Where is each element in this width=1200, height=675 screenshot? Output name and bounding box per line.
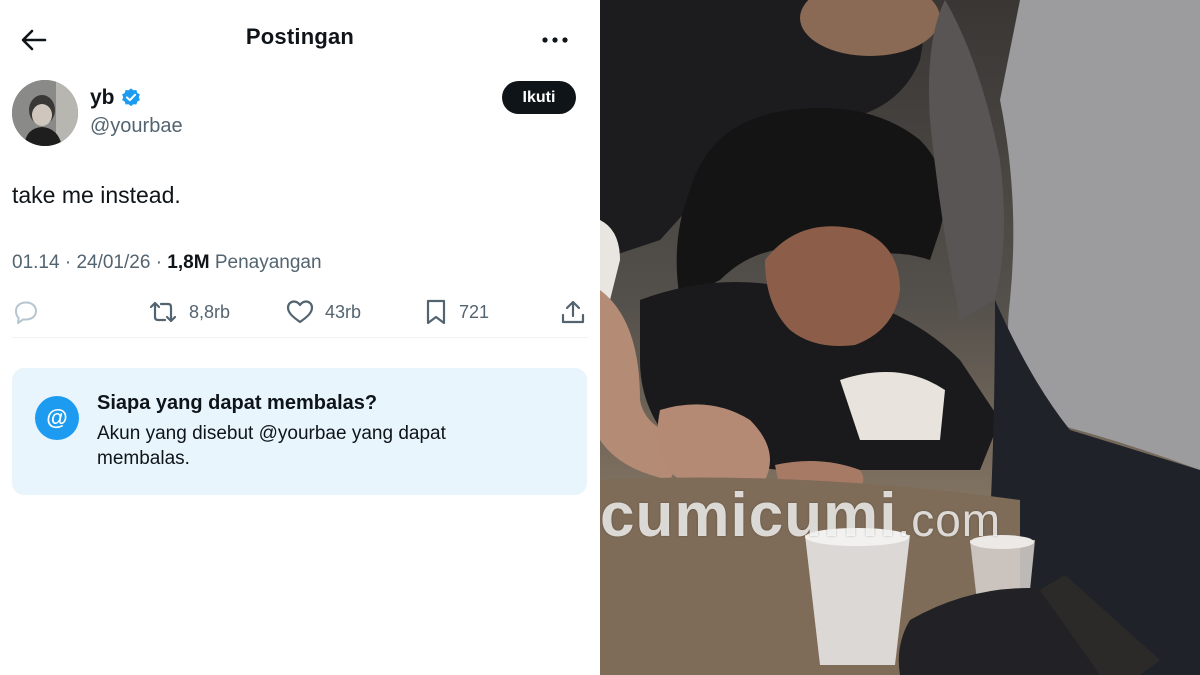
mention-at-icon: @ — [35, 396, 79, 440]
reply-button[interactable] — [12, 292, 40, 332]
bookmark-icon — [426, 299, 446, 325]
share-button[interactable] — [559, 292, 587, 332]
page-title: Postingan — [245, 24, 355, 49]
like-count: 43rb — [325, 301, 362, 322]
author-display-name[interactable]: yb — [90, 86, 115, 110]
repost-count: 8,8rb — [189, 301, 231, 322]
watermark-main: cumicumi — [600, 481, 898, 550]
meta-separator: · — [64, 252, 77, 273]
post-meta: 01.14 · 24/01/26 · 1,8M Penayangan — [12, 252, 322, 274]
post-text: take me instead. — [12, 182, 181, 208]
more-horizontal-icon — [542, 37, 568, 43]
reply-restriction-card: @ Siapa yang dapat membalas? Akun yang d… — [12, 368, 587, 495]
watermark-text: cumicumi.com — [600, 480, 1001, 551]
top-bar: Postingan — [0, 0, 600, 78]
share-upload-icon — [561, 300, 585, 324]
news-photo: cumicumi.com — [600, 0, 1200, 675]
author-handle[interactable]: @yourbae — [90, 115, 183, 138]
post-time[interactable]: 01.14 — [12, 252, 60, 273]
bookmark-button[interactable]: 721 — [423, 292, 489, 332]
verified-badge-icon — [121, 88, 140, 107]
like-button[interactable]: 43rb — [285, 292, 361, 332]
watermark-suffix: .com — [897, 494, 1002, 546]
avatar[interactable] — [12, 80, 78, 146]
more-options-button[interactable] — [538, 24, 572, 56]
views-label: Penayangan — [214, 252, 322, 273]
post-date[interactable]: 24/01/26 — [76, 252, 150, 273]
meta-separator: · — [155, 252, 168, 273]
follow-button[interactable]: Ikuti — [502, 81, 576, 114]
avatar-image — [12, 80, 78, 146]
bookmark-count: 721 — [459, 301, 490, 322]
reply-restriction-description: Akun yang disebut @yourbae yang dapat me… — [97, 423, 446, 469]
action-bar: 8,8rb 43rb 721 — [0, 292, 600, 332]
author-name-row: yb — [90, 84, 142, 112]
divider — [12, 337, 588, 338]
repost-icon — [149, 301, 177, 323]
views-count: 1,8M — [167, 252, 210, 273]
reply-bubble-icon — [15, 301, 37, 324]
photo-scene — [600, 0, 1200, 675]
repost-button[interactable]: 8,8rb — [147, 292, 230, 332]
reply-restriction-title: Siapa yang dapat membalas? — [97, 392, 378, 414]
heart-icon — [286, 300, 314, 324]
post-panel: Postingan yb @yourbae Ikuti take me inst… — [0, 0, 600, 675]
screenshot-composite: Postingan yb @yourbae Ikuti take me inst… — [0, 0, 1200, 675]
